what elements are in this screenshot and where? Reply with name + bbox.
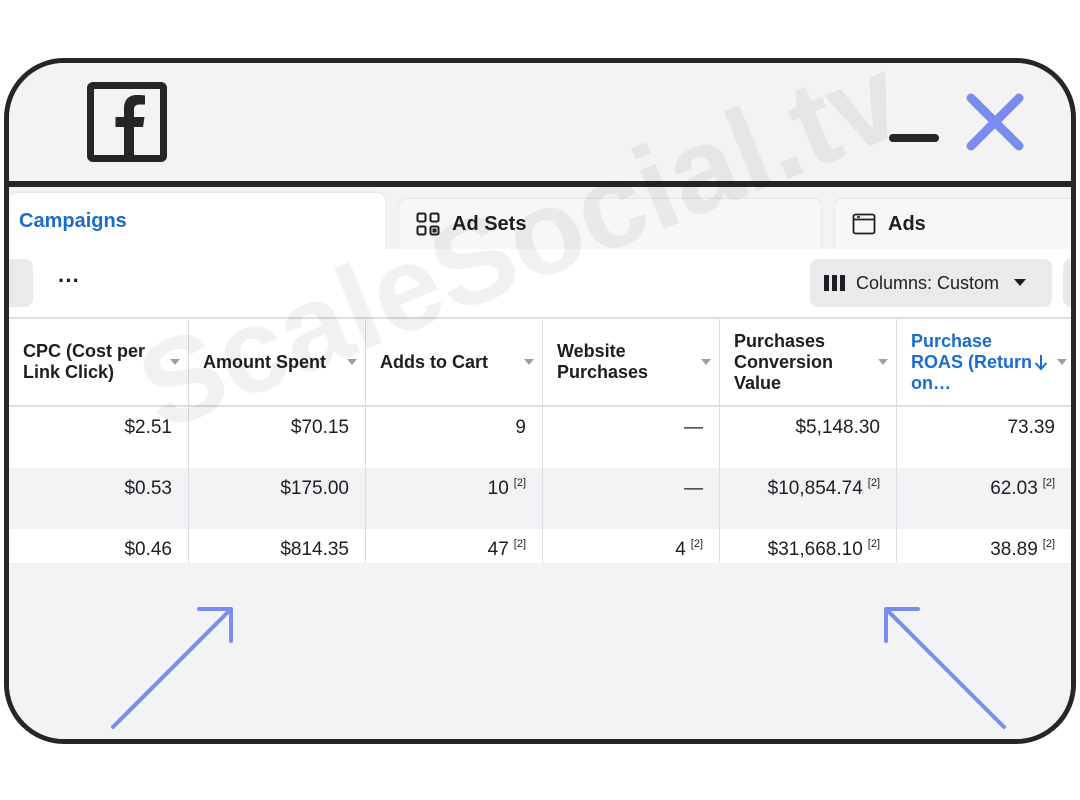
- cell-value: $31,668.10: [767, 539, 863, 560]
- table-cell: 9: [366, 407, 543, 468]
- cell-value: $5,148.30: [795, 417, 880, 438]
- toolbar-right-button[interactable]: [1063, 259, 1071, 307]
- facebook-icon: [87, 82, 167, 162]
- tab-campaigns[interactable]: Campaigns: [9, 193, 385, 249]
- cell-value: 10: [487, 478, 509, 499]
- table-cell: —: [543, 468, 720, 529]
- caret-down-icon: [1013, 278, 1027, 288]
- ads-manager-content: Campaigns Ad Sets Ads ··· Columns: Custo…: [9, 187, 1071, 739]
- sort-caret-icon[interactable]: [339, 359, 365, 365]
- table-cell: $175.00: [189, 468, 366, 529]
- cell-footnote: [2]: [513, 477, 526, 489]
- close-x-icon: [966, 93, 1024, 151]
- table-empty-area: [9, 563, 1071, 739]
- column-header-conversion-value[interactable]: Purchases Conversion Value: [720, 319, 897, 405]
- toolbar-left-button[interactable]: [9, 259, 33, 307]
- tab-label: Ad Sets: [452, 212, 527, 235]
- tab-label: Campaigns: [19, 209, 127, 232]
- table-cell: $70.15: [189, 407, 366, 468]
- cell-footnote: [2]: [513, 538, 526, 550]
- cell-footnote: [2]: [690, 538, 703, 550]
- ad-sets-grid-icon: [416, 212, 440, 236]
- table-cell: $2.51: [9, 407, 189, 468]
- sort-caret-icon[interactable]: [870, 359, 896, 365]
- tab-ads[interactable]: Ads: [835, 199, 1071, 249]
- sort-caret-icon[interactable]: [693, 359, 719, 365]
- table-header: CPC (Cost per Link Click) Amount Spent A…: [9, 317, 1071, 407]
- tab-ad-sets[interactable]: Ad Sets: [399, 199, 821, 249]
- cell-footnote: [2]: [867, 538, 880, 550]
- cell-value: 9: [515, 417, 526, 438]
- cell-value: 62.03: [990, 478, 1038, 499]
- table-cell: $0.53: [9, 468, 189, 529]
- cell-value: 47: [487, 539, 509, 560]
- toolbar: ··· Columns: Custom: [9, 249, 1071, 317]
- sort-caret-icon[interactable]: [162, 359, 188, 365]
- cell-footnote: [2]: [1042, 477, 1055, 489]
- columns-dropdown[interactable]: Columns: Custom: [810, 259, 1052, 307]
- table-cell: —: [543, 407, 720, 468]
- column-header-website-purchases[interactable]: Website Purchases: [543, 319, 720, 405]
- close-button[interactable]: [963, 90, 1027, 154]
- table-row[interactable]: $2.51 $70.15 9 — $5,148.30 73.39: [9, 407, 1071, 468]
- cell-value: 38.89: [990, 539, 1038, 560]
- column-header-amount-spent[interactable]: Amount Spent: [189, 319, 366, 405]
- cell-value: —: [684, 478, 703, 499]
- tab-label: Ads: [888, 212, 926, 235]
- more-options-button[interactable]: ···: [49, 263, 89, 303]
- app-window: Campaigns Ad Sets Ads ··· Columns: Custo…: [4, 58, 1076, 744]
- table-cell: $10,854.74 [2]: [720, 468, 897, 529]
- table-cell: 73.39: [897, 407, 1071, 468]
- sort-descending-icon[interactable]: [1033, 353, 1049, 371]
- cell-value: $175.00: [280, 478, 349, 499]
- cell-value: $70.15: [290, 417, 349, 438]
- sort-caret-icon[interactable]: [1053, 359, 1071, 365]
- table-cell: 10 [2]: [366, 468, 543, 529]
- cell-footnote: [2]: [1042, 538, 1055, 550]
- cell-value: $814.35: [280, 539, 349, 560]
- cell-value: $2.51: [124, 417, 172, 438]
- cell-value: 4: [675, 539, 686, 560]
- columns-label: Columns: Custom: [856, 272, 1000, 293]
- ads-window-icon: [852, 212, 876, 236]
- minimize-button[interactable]: [889, 134, 939, 142]
- cell-value: —: [684, 417, 703, 438]
- table-cell: 62.03 [2]: [897, 468, 1071, 529]
- cell-footnote: [2]: [867, 477, 880, 489]
- cell-value: $0.53: [124, 478, 172, 499]
- column-header-adds-to-cart[interactable]: Adds to Cart: [366, 319, 543, 405]
- column-header-purchase-roas[interactable]: Purchase ROAS (Return on…: [897, 319, 1071, 405]
- columns-icon: [824, 274, 846, 292]
- title-bar: [9, 63, 1071, 187]
- table-cell: $5,148.30: [720, 407, 897, 468]
- cell-value: 73.39: [1007, 417, 1055, 438]
- cell-value: $0.46: [124, 539, 172, 560]
- sort-caret-icon[interactable]: [516, 359, 542, 365]
- cell-value: $10,854.74: [767, 478, 863, 499]
- table-row[interactable]: $0.53 $175.00 10 [2] — $10,854.74 [2] 62.03 [2]: [9, 468, 1071, 529]
- level-tabs: Campaigns Ad Sets Ads: [9, 187, 1071, 249]
- column-header-cpc[interactable]: CPC (Cost per Link Click): [9, 319, 189, 405]
